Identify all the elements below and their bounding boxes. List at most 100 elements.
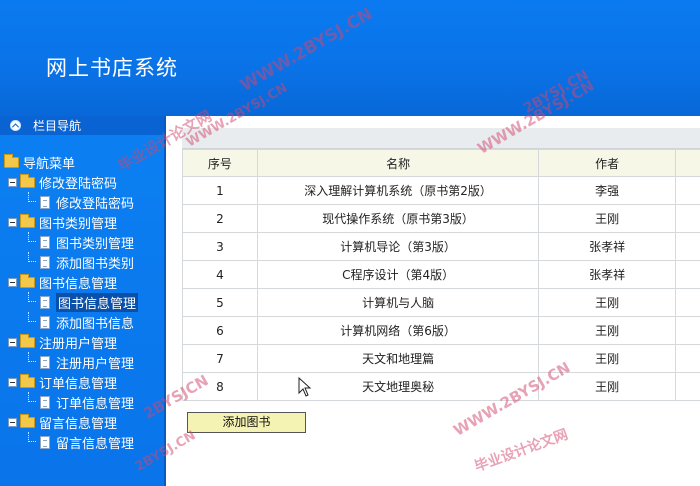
sidebar-header-label: 栏目导航	[33, 119, 82, 133]
tree-connector	[28, 192, 36, 202]
nav-item-label: 留言信息管理	[56, 436, 135, 452]
cell-index: 7	[182, 344, 258, 373]
page-icon	[40, 295, 50, 309]
collapse-box-icon[interactable]	[8, 217, 17, 227]
page-icon	[40, 435, 50, 449]
nav-group-user[interactable]: 注册用户管理	[0, 332, 164, 352]
main-content: 序号 名称 作者 1 深入理解计算机系统（原书第2版） 李强 2 现代操作系统（…	[166, 116, 700, 486]
collapse-box-icon[interactable]	[8, 277, 17, 287]
app-title: 网上书店系统	[46, 56, 178, 80]
table-row[interactable]: 5 计算机与人脑 王刚	[182, 288, 700, 317]
folder-open-icon	[20, 213, 35, 228]
nav-group-message[interactable]: 留言信息管理	[0, 412, 164, 432]
nav-item-message-manage[interactable]: 留言信息管理	[0, 432, 164, 452]
nav-tree: 导航菜单 修改登陆密码 修改登陆密码 图书类别管理 图书类别管理 添加图书类别	[0, 152, 164, 452]
collapse-box-icon[interactable]	[8, 337, 17, 347]
collapse-icon[interactable]	[10, 120, 21, 131]
books-table: 序号 名称 作者 1 深入理解计算机系统（原书第2版） 李强 2 现代操作系统（…	[182, 149, 700, 401]
cell-name: 天文和地理篇	[256, 344, 540, 373]
page-icon	[40, 195, 50, 209]
folder-open-icon	[20, 413, 35, 428]
nav-item-label: 注册用户管理	[56, 356, 135, 372]
cell-extra	[675, 232, 700, 261]
cell-name: 计算机与人脑	[256, 288, 540, 317]
tree-connector	[28, 432, 36, 442]
nav-item-order-manage[interactable]: 订单信息管理	[0, 392, 164, 412]
cell-extra	[675, 204, 700, 233]
column-header-extra	[675, 149, 700, 177]
cell-extra	[675, 288, 700, 317]
nav-item-label: 添加图书类别	[56, 256, 135, 272]
nav-root-label: 导航菜单	[23, 156, 76, 172]
table-row[interactable]: 7 天文和地理篇 王刚	[182, 344, 700, 373]
folder-open-icon	[20, 273, 35, 288]
nav-item-label: 图书信息管理	[56, 292, 139, 312]
nav-group-label: 图书信息管理	[39, 276, 118, 292]
column-header-name: 名称	[256, 149, 540, 177]
table-row[interactable]: 6 计算机网络（第6版） 王刚	[182, 316, 700, 345]
tree-connector	[28, 292, 36, 302]
column-header-author: 作者	[538, 149, 677, 177]
tree-connector	[28, 312, 36, 322]
cell-author: 王刚	[538, 204, 677, 233]
table-row[interactable]: 4 C程序设计（第4版） 张孝祥	[182, 260, 700, 289]
mouse-cursor-icon	[298, 377, 312, 397]
cell-author: 王刚	[538, 288, 677, 317]
nav-item-label: 订单信息管理	[56, 396, 135, 412]
cell-name: 现代操作系统（原书第3版）	[256, 204, 540, 233]
add-book-button[interactable]: 添加图书	[187, 412, 306, 433]
table-row[interactable]: 8 天文地理奥秘 王刚	[182, 372, 700, 401]
cell-author: 李强	[538, 176, 677, 205]
nav-item-category-manage[interactable]: 图书类别管理	[0, 232, 164, 252]
sidebar-header[interactable]: 栏目导航	[0, 116, 164, 135]
cell-name: 计算机网络（第6版）	[256, 316, 540, 345]
nav-item-category-add[interactable]: 添加图书类别	[0, 252, 164, 272]
nav-group-password[interactable]: 修改登陆密码	[0, 172, 164, 192]
table-row[interactable]: 3 计算机导论（第3版） 张孝祥	[182, 232, 700, 261]
nav-item-label: 修改登陆密码	[56, 196, 135, 212]
nav-group-category[interactable]: 图书类别管理	[0, 212, 164, 232]
collapse-box-icon[interactable]	[8, 377, 17, 387]
nav-group-book[interactable]: 图书信息管理	[0, 272, 164, 292]
page-icon	[40, 255, 50, 269]
folder-open-icon	[20, 373, 35, 388]
tree-connector	[28, 392, 36, 402]
cell-index: 1	[182, 176, 258, 205]
cell-author: 王刚	[538, 316, 677, 345]
tree-connector	[28, 352, 36, 362]
cell-author: 张孝祥	[538, 260, 677, 289]
nav-group-label: 图书类别管理	[39, 216, 118, 232]
nav-item-label: 图书类别管理	[56, 236, 135, 252]
page-icon	[40, 395, 50, 409]
nav-root[interactable]: 导航菜单	[0, 152, 164, 172]
column-header-index: 序号	[182, 149, 258, 177]
nav-item-book-add[interactable]: 添加图书信息	[0, 312, 164, 332]
toolbar-strip	[182, 128, 700, 149]
cell-author: 王刚	[538, 344, 677, 373]
cell-author: 张孝祥	[538, 232, 677, 261]
nav-item-label: 添加图书信息	[56, 316, 135, 332]
folder-open-icon	[4, 153, 19, 168]
cell-name: 深入理解计算机系统（原书第2版）	[256, 176, 540, 205]
folder-open-icon	[20, 173, 35, 188]
tree-connector	[28, 232, 36, 242]
nav-item-change-password[interactable]: 修改登陆密码	[0, 192, 164, 212]
page-icon	[40, 235, 50, 249]
nav-group-order[interactable]: 订单信息管理	[0, 372, 164, 392]
cell-index: 6	[182, 316, 258, 345]
folder-open-icon	[20, 333, 35, 348]
collapse-box-icon[interactable]	[8, 177, 17, 187]
nav-item-user-manage[interactable]: 注册用户管理	[0, 352, 164, 372]
table-row[interactable]: 2 现代操作系统（原书第3版） 王刚	[182, 204, 700, 233]
cell-index: 8	[182, 372, 258, 401]
tree-connector	[28, 252, 36, 262]
nav-item-book-manage[interactable]: 图书信息管理	[0, 292, 164, 312]
nav-group-label: 注册用户管理	[39, 336, 118, 352]
cell-index: 2	[182, 204, 258, 233]
table-row[interactable]: 1 深入理解计算机系统（原书第2版） 李强	[182, 176, 700, 205]
collapse-box-icon[interactable]	[8, 417, 17, 427]
app-header: 网上书店系统	[0, 0, 700, 116]
cell-name: 计算机导论（第3版）	[256, 232, 540, 261]
cell-author: 王刚	[538, 372, 677, 401]
nav-group-label: 订单信息管理	[39, 376, 118, 392]
